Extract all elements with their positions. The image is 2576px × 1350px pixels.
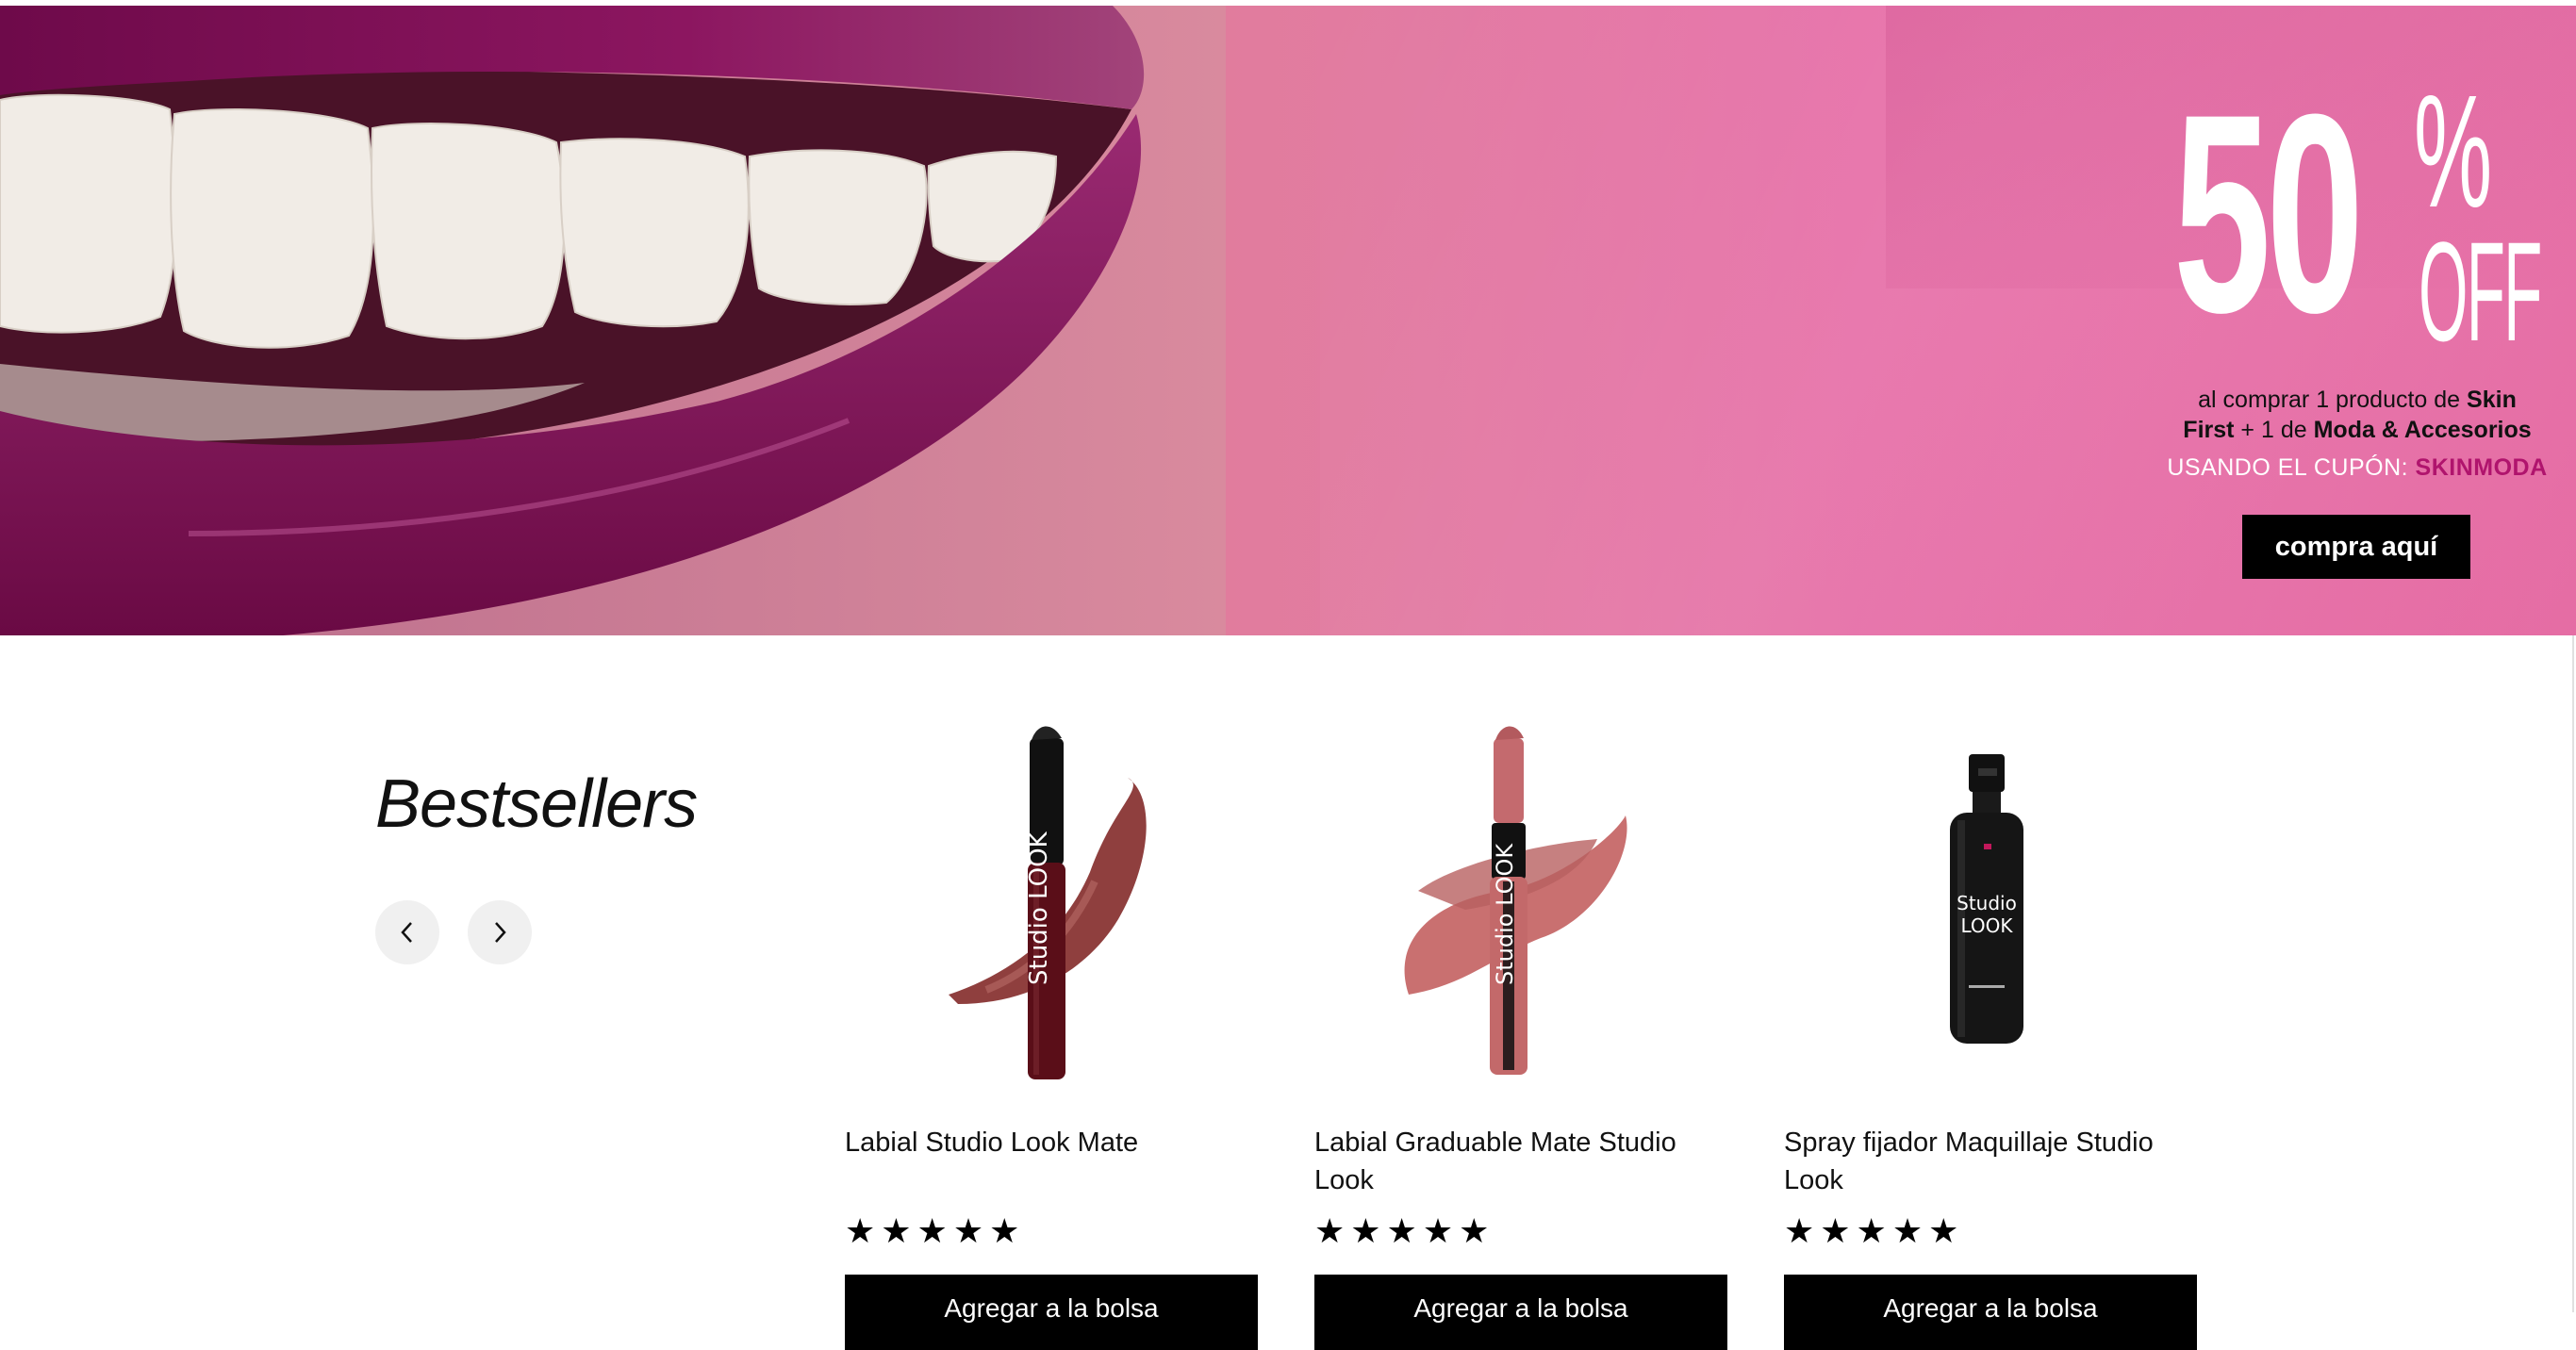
promo-banner[interactable]: 50 % OFF al comprar 1 producto de Skin F… <box>0 6 2576 635</box>
rating-stars: ★★★★★ <box>845 1211 1026 1250</box>
coupon-label: USANDO EL CUPÓN: <box>2167 454 2416 481</box>
discount-number: 50 <box>2173 55 2364 371</box>
product-name[interactable]: Labial Graduable Mate Studio Look <box>1314 1124 1727 1199</box>
shop-now-button[interactable]: compra aquí <box>2242 515 2470 579</box>
coupon-code: SKINMODA <box>2415 454 2548 481</box>
carousel-prev-button[interactable] <box>375 900 439 964</box>
lips-image <box>0 6 1226 635</box>
product-name[interactable]: Spray fijador Maquillaje Studio Look <box>1784 1124 2197 1199</box>
chevron-right-icon <box>495 922 506 943</box>
page-divider <box>2572 635 2574 1312</box>
rating-stars: ★★★★★ <box>1784 1211 1965 1250</box>
desc-bold-skin: Skin <box>2467 387 2517 413</box>
add-to-bag-button[interactable]: Agregar a la bolsa <box>1314 1275 1727 1350</box>
svg-text:Studio LOOK: Studio LOOK <box>1492 843 1518 985</box>
desc-text-mid: + 1 de <box>2234 417 2314 443</box>
add-to-bag-button[interactable]: Agregar a la bolsa <box>845 1275 1258 1350</box>
product-image-lipstick-dark[interactable]: Studio LOOK <box>845 702 1258 1098</box>
promo-description: al comprar 1 producto de Skin First + 1 … <box>2159 385 2555 445</box>
product-name[interactable]: Labial Studio Look Mate <box>845 1124 1258 1161</box>
coupon-line: USANDO EL CUPÓN: SKINMODA <box>2159 454 2555 482</box>
product-image-lipstick-pink[interactable]: Studio LOOK <box>1314 702 1727 1098</box>
percent-sign: % <box>2414 62 2493 241</box>
product-image-setting-spray[interactable]: Studio LOOK <box>1784 702 2197 1098</box>
carousel-next-button[interactable] <box>468 900 532 964</box>
svg-text:LOOK: LOOK <box>1960 914 2013 937</box>
rating-stars: ★★★★★ <box>1314 1211 1495 1250</box>
off-text: OFF <box>2419 212 2542 370</box>
svg-text:Studio LOOK: Studio LOOK <box>1025 831 1053 985</box>
desc-bold-first: First <box>2183 417 2235 443</box>
chevron-left-icon <box>401 922 412 943</box>
desc-bold-category: Moda & Accesorios <box>2313 417 2532 443</box>
desc-text: al comprar 1 producto de <box>2198 387 2468 413</box>
section-title: Bestsellers <box>375 766 698 842</box>
svg-text:Studio: Studio <box>1957 892 2017 914</box>
add-to-bag-button[interactable]: Agregar a la bolsa <box>1784 1275 2197 1350</box>
